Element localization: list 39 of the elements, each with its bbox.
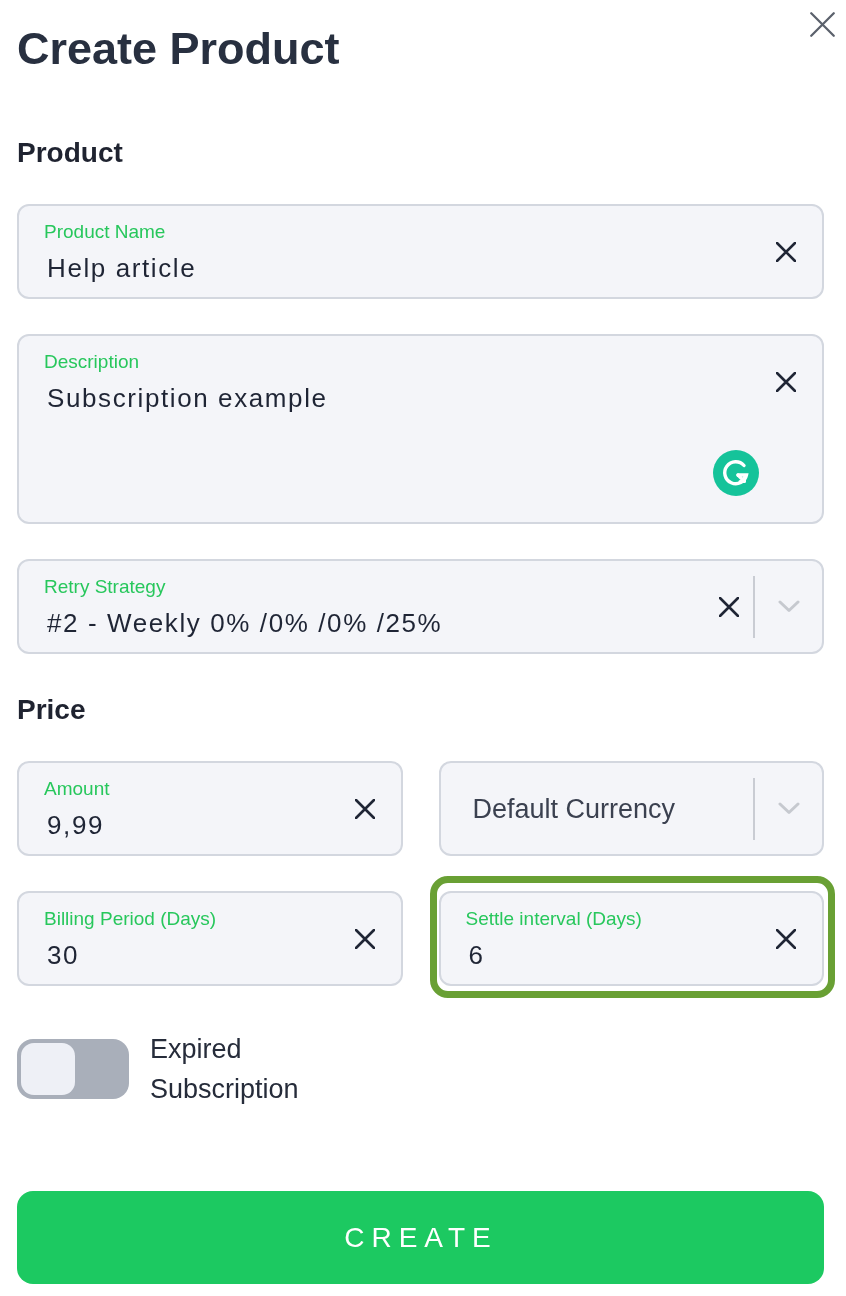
clear-button[interactable] [353, 927, 376, 950]
field-value: 30 [46, 939, 80, 971]
select-field[interactable]: Default Currency [438, 761, 824, 856]
toggle-switch[interactable] [17, 1039, 129, 1099]
field-label: Settle interval (Days) [465, 908, 642, 930]
close-button[interactable] [809, 11, 836, 38]
clear-button[interactable] [718, 595, 740, 618]
close-icon [776, 928, 796, 949]
text-field[interactable]: Amount 9,99 [17, 761, 403, 856]
close-icon [354, 928, 375, 949]
textarea-field[interactable]: Description Subscription example [17, 334, 824, 524]
close-icon [719, 596, 739, 617]
section-heading: Price [17, 693, 86, 727]
dialog-title: Create Product [17, 22, 340, 76]
field-label: Billing Period (Days) [44, 908, 217, 930]
clear-button[interactable] [775, 927, 797, 950]
select-field[interactable]: Retry Strategy #2 - Weekly 0% /0% /0% /25% [17, 559, 824, 654]
text-field[interactable]: Product Name Help article [17, 204, 824, 299]
field-value: 6 [467, 939, 485, 971]
field-value: 9,99 [46, 809, 104, 841]
field-label: Retry Strategy [44, 576, 166, 598]
field-value: Subscription example [46, 382, 328, 414]
field-label: Amount [44, 778, 110, 800]
clear-button[interactable] [353, 797, 376, 820]
close-icon [810, 12, 835, 37]
close-icon [776, 241, 796, 262]
section-heading: Product [17, 136, 123, 170]
field-value: Help article [46, 252, 197, 284]
close-icon [776, 371, 796, 392]
text-field[interactable]: Settle interval (Days) 6 [438, 891, 824, 986]
field-placeholder: Default Currency [472, 792, 676, 825]
close-icon [354, 798, 375, 819]
field-label: Description [44, 351, 140, 373]
field-label: Product Name [44, 221, 166, 243]
clear-button[interactable] [775, 370, 797, 393]
toggle-label: Expired Subscription [150, 1033, 300, 1106]
text-field[interactable]: Billing Period (Days) 30 [17, 891, 403, 986]
field-value: #2 - Weekly 0% /0% /0% /25% [46, 607, 443, 639]
clear-button[interactable] [775, 240, 797, 263]
